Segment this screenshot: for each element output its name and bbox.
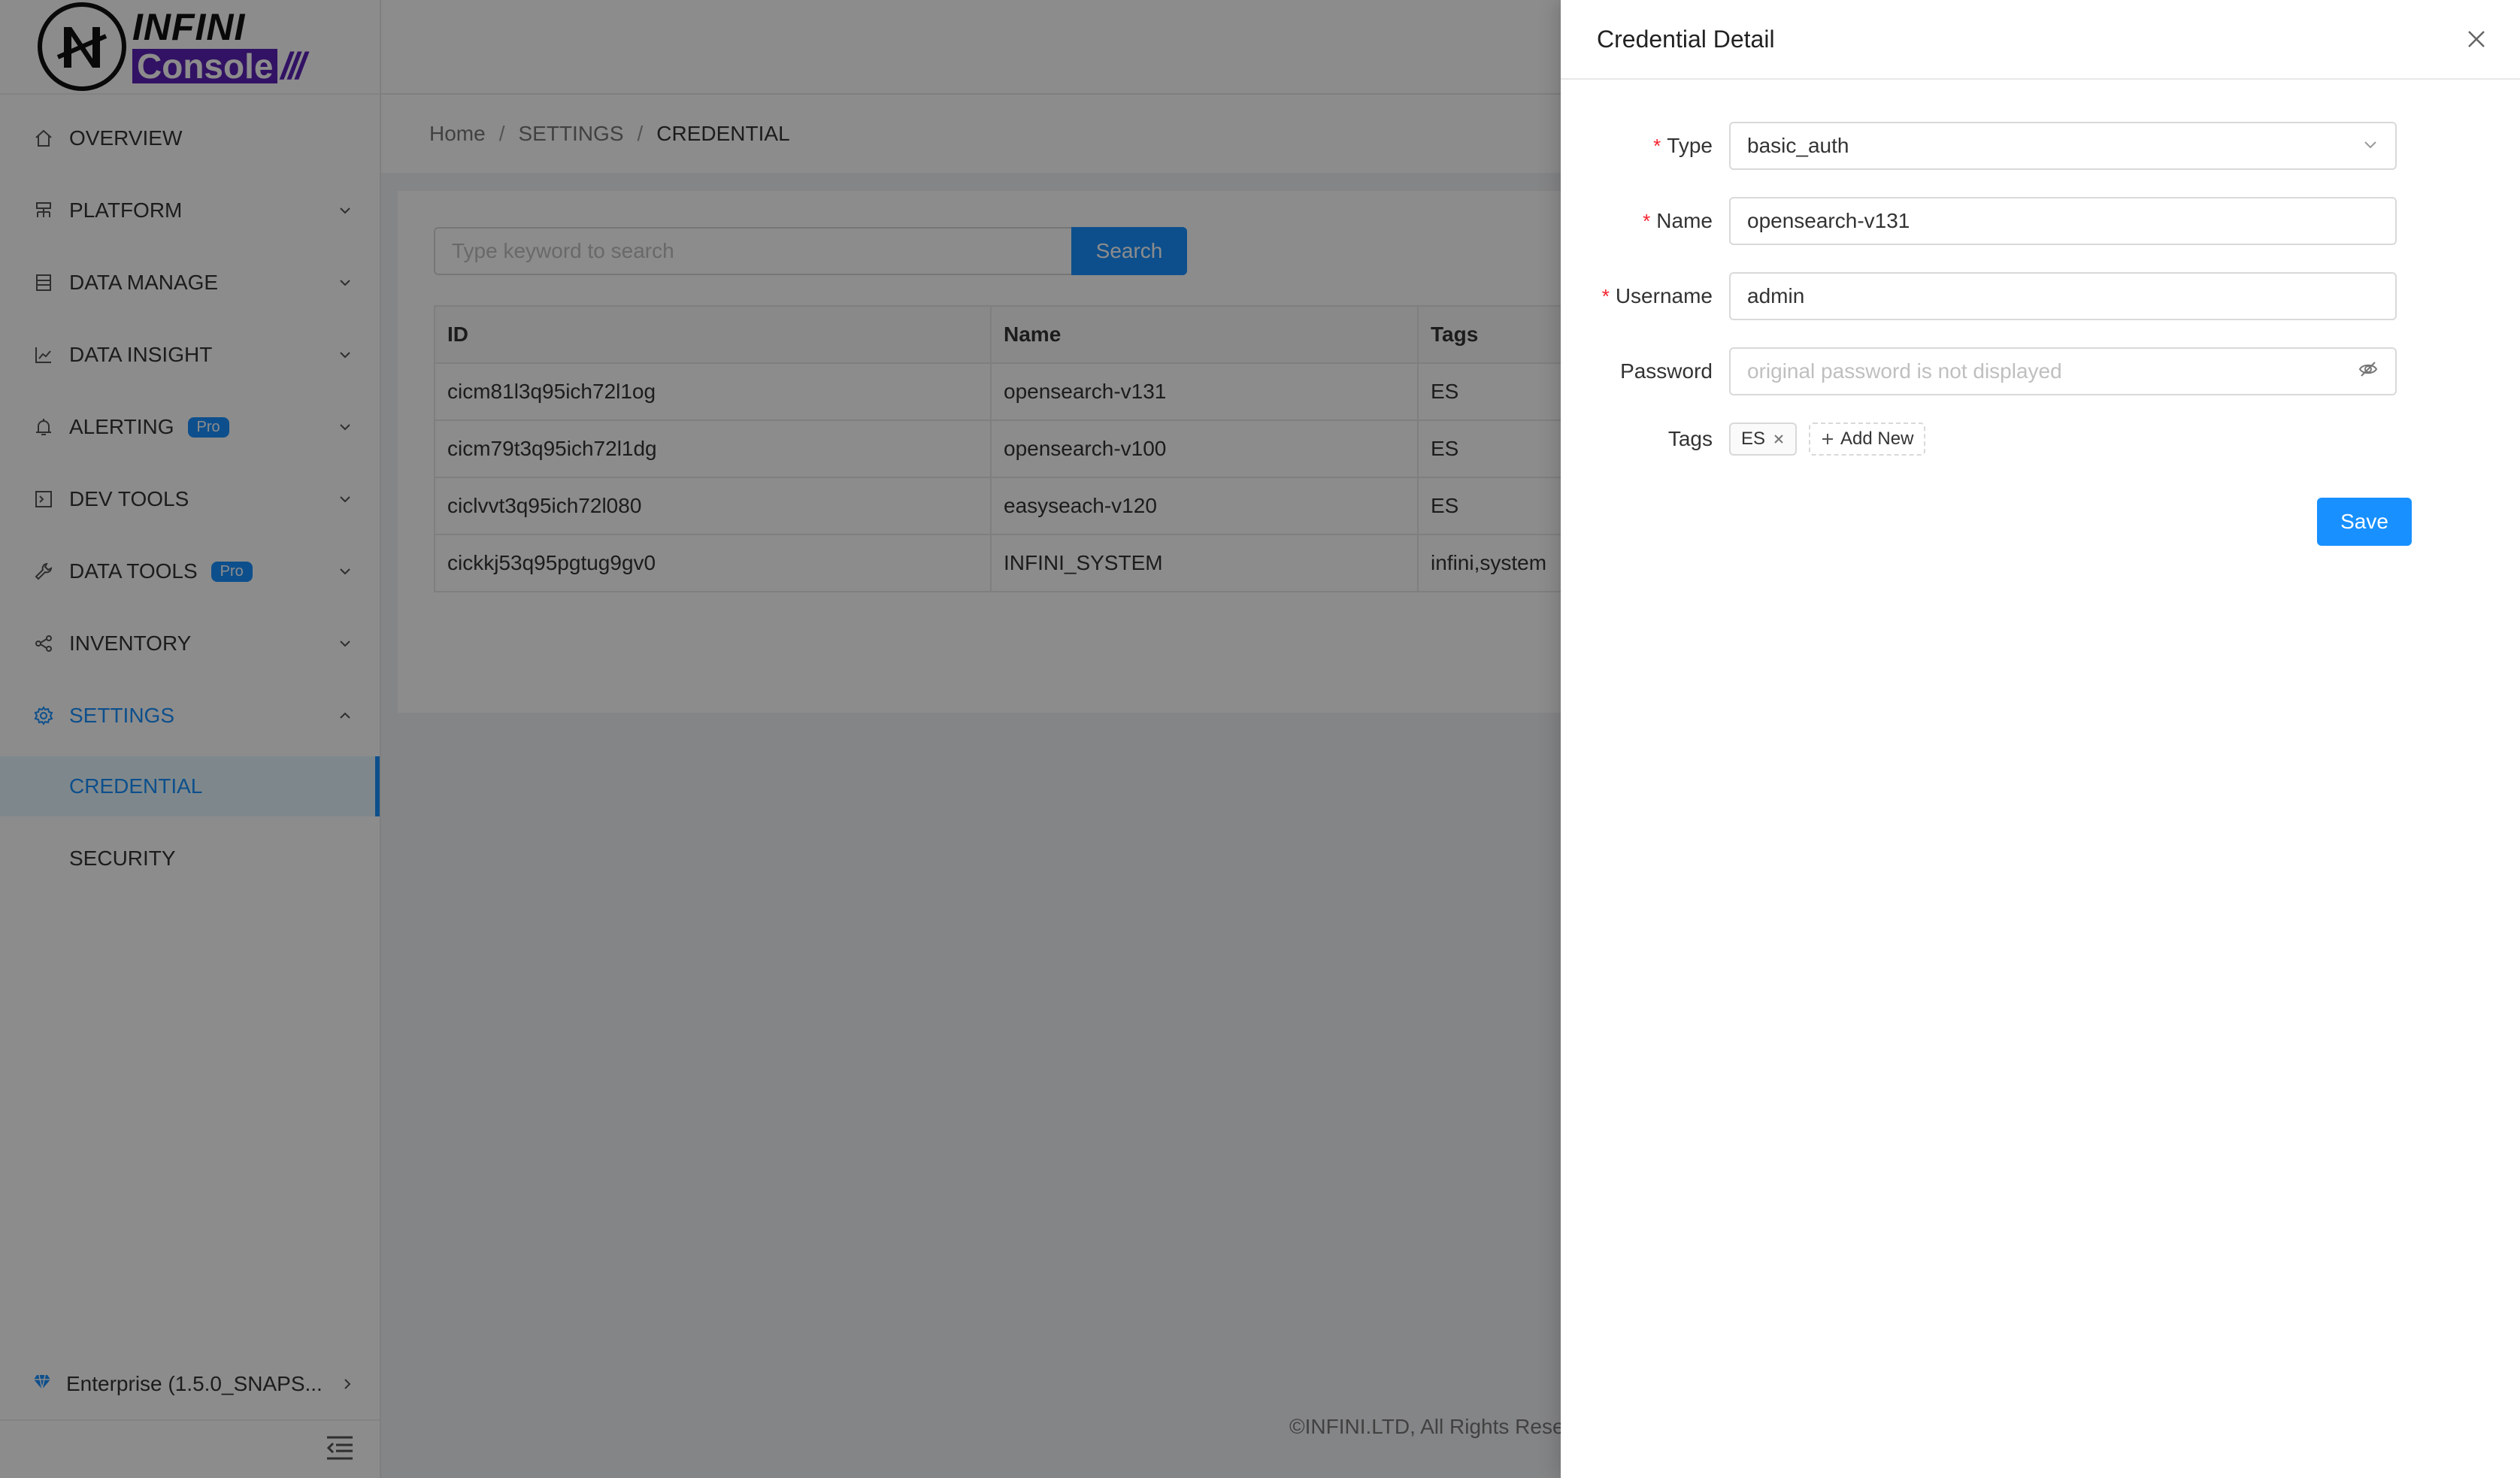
name-input-value: opensearch-v131 xyxy=(1747,209,1910,232)
name-label: * Name xyxy=(1643,209,1713,232)
name-input[interactable]: opensearch-v131 xyxy=(1729,197,2397,245)
drawer-title: Credential Detail xyxy=(1597,25,1775,53)
type-select[interactable]: basic_auth xyxy=(1729,122,2397,170)
form-row-type: * Type basic_auth xyxy=(1561,122,2520,170)
username-input-value: admin xyxy=(1747,284,1805,307)
form-row-password: Password original password is not displa… xyxy=(1561,347,2520,395)
plus-icon xyxy=(1821,432,1834,446)
password-input[interactable]: original password is not displayed xyxy=(1729,347,2397,395)
type-select-value: basic_auth xyxy=(1747,134,1849,157)
chevron-down-icon xyxy=(2362,134,2379,158)
tag-item: ES xyxy=(1729,423,1798,456)
username-input[interactable]: admin xyxy=(1729,272,2397,320)
close-icon[interactable] xyxy=(2461,24,2491,54)
username-label: * Username xyxy=(1601,284,1713,307)
add-tag-button[interactable]: Add New xyxy=(1809,423,1926,456)
tag-close-icon[interactable] xyxy=(1773,433,1785,445)
tags-group: ES Add New xyxy=(1729,423,1926,456)
tags-label: Tags xyxy=(1667,427,1713,450)
eye-invisible-icon[interactable] xyxy=(2358,359,2379,385)
form-row-username: * Username admin xyxy=(1561,272,2520,320)
type-label: * Type xyxy=(1653,134,1713,157)
required-mark: * xyxy=(1643,210,1651,232)
drawer-header: Credential Detail xyxy=(1561,0,2520,80)
save-button[interactable]: Save xyxy=(2317,498,2412,546)
required-mark: * xyxy=(1601,285,1610,307)
add-tag-label: Add New xyxy=(1840,429,1914,449)
required-mark: * xyxy=(1653,135,1661,157)
form-row-tags: Tags ES Add New xyxy=(1561,423,2520,456)
password-placeholder: original password is not displayed xyxy=(1747,359,2062,383)
tag-text: ES xyxy=(1741,429,1766,449)
form-row-name: * Name opensearch-v131 xyxy=(1561,197,2520,245)
password-label: Password xyxy=(1620,359,1713,383)
credential-detail-drawer: Credential Detail * Type basic_auth * Name… xyxy=(1561,0,2520,1478)
